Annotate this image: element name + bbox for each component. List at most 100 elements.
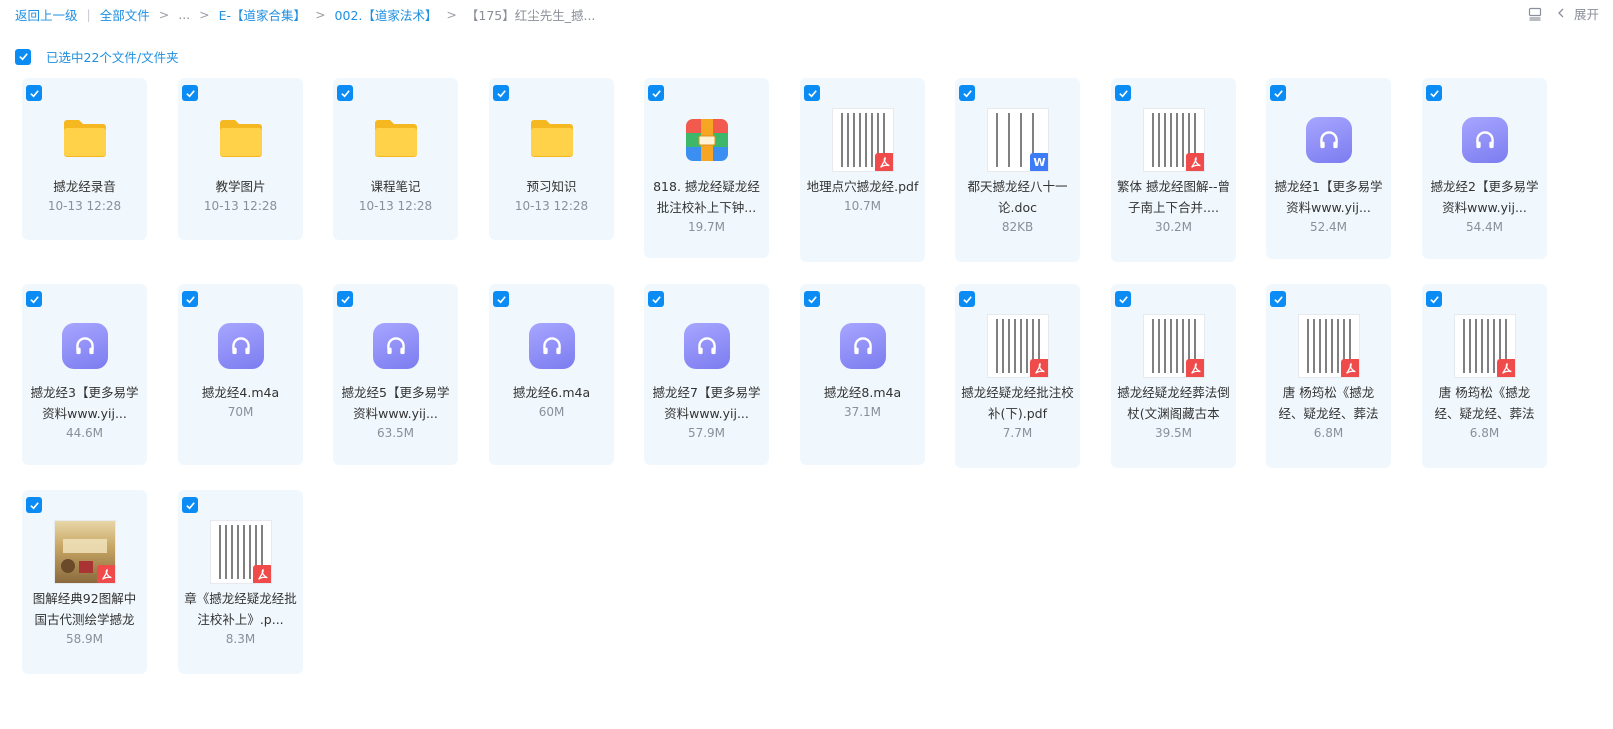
file-card[interactable]: 撼龙经3【更多易学资料www.yij... 44.6M [22,284,147,465]
item-thumbnail [1453,108,1516,171]
item-checkbox[interactable] [26,497,42,513]
item-checkbox[interactable] [1115,85,1131,101]
list-view-icon[interactable] [1528,7,1542,21]
item-name: 818. 撼龙经疑龙经批注校补上下钟... [653,179,760,215]
item-checkbox[interactable] [182,291,198,307]
back-link[interactable]: 返回上一级 [15,5,78,24]
audio-file-icon [1305,116,1352,163]
folder-icon [217,117,265,163]
item-name: 撼龙经8.m4a [823,385,902,400]
item-checkbox[interactable] [959,291,975,307]
file-card[interactable]: 繁体 撼龙经图解--曾子南上下合并.... 30.2M [1111,78,1236,262]
folder-card[interactable]: 预习知识 10-13 12:28 [489,78,614,240]
item-text-block: 撼龙经1【更多易学资料www.yij... 52.4M [1272,176,1385,237]
item-name: 课程笔记 [370,179,421,194]
top-right-controls: 展开 [1528,4,1599,23]
item-checkbox[interactable] [648,291,664,307]
breadcrumb-level2[interactable]: 002.【道家法术】 [335,5,438,24]
item-thumbnail [520,314,583,377]
item-text-block: 课程笔记 10-13 12:28 [339,176,452,216]
pdf-thumbnail [54,520,115,583]
file-card[interactable]: 撼龙经2【更多易学资料www.yij... 54.4M [1422,78,1547,259]
item-thumbnail [1142,108,1205,171]
breadcrumb-ellipsis[interactable]: ... [178,7,190,22]
item-thumbnail [675,108,738,171]
file-card[interactable]: 唐 杨筠松《撼龙经、疑龙经、葬法 6.8M [1422,284,1547,468]
item-text-block: 繁体 撼龙经图解--曾子南上下合并.... 30.2M [1117,176,1230,237]
item-checkbox[interactable] [1426,85,1442,101]
breadcrumb-level1[interactable]: E-【道家合集】 [219,5,306,24]
file-card[interactable]: 地理点穴撼龙经.pdf 10.7M [800,78,925,262]
item-name: 撼龙经3【更多易学资料www.yij... [30,385,139,421]
item-thumbnail [209,108,272,171]
folder-card[interactable]: 课程笔记 10-13 12:28 [333,78,458,240]
pdf-icon [1185,152,1204,171]
file-card[interactable]: 撼龙经1【更多易学资料www.yij... 52.4M [1266,78,1391,259]
item-checkbox[interactable] [493,291,509,307]
select-all-checkbox[interactable] [15,48,31,65]
item-meta: 8.3M [225,632,256,646]
item-thumbnail [831,314,894,377]
select-all-row: 已选中22个文件/文件夹 [15,47,179,66]
item-thumbnail [364,314,427,377]
file-card[interactable]: 图解经典92图解中国古代测绘学撼龙 58.9M [22,490,147,674]
item-checkbox[interactable] [182,497,198,513]
file-card[interactable]: W 都天撼龙经八十一论.doc 82KB [955,78,1080,262]
file-card[interactable]: 章《撼龙经疑龙经批注校补上》.p... 8.3M [178,490,303,674]
item-name: 教学图片 [215,179,266,194]
expand-button[interactable]: 展开 [1556,4,1599,23]
item-checkbox[interactable] [1426,291,1442,307]
file-card[interactable]: 撼龙经4.m4a 70M [178,284,303,465]
item-name: 撼龙经疑龙经批注校补(下).pdf [961,385,1074,421]
file-card[interactable]: 撼龙经7【更多易学资料www.yij... 57.9M [644,284,769,465]
item-text-block: 章《撼龙经疑龙经批注校补上》.p... 8.3M [184,588,297,649]
item-thumbnail [675,314,738,377]
folder-icon [61,117,109,163]
file-card[interactable]: 撼龙经6.m4a 60M [489,284,614,465]
item-name: 撼龙经4.m4a [201,385,280,400]
folder-card[interactable]: 撼龙经录音 10-13 12:28 [22,78,147,240]
item-thumbnail [53,108,116,171]
item-name: 地理点穴撼龙经.pdf [806,179,919,194]
item-checkbox[interactable] [337,291,353,307]
file-card[interactable]: 撼龙经疑龙经葬法倒杖(文渊阁藏古本 39.5M [1111,284,1236,468]
item-checkbox[interactable] [1270,291,1286,307]
item-checkbox[interactable] [804,85,820,101]
item-thumbnail [1297,314,1360,377]
item-meta: 10-13 12:28 [514,199,589,213]
item-checkbox[interactable] [26,291,42,307]
file-card[interactable]: 撼龙经8.m4a 37.1M [800,284,925,465]
item-checkbox[interactable] [804,291,820,307]
item-checkbox[interactable] [959,85,975,101]
item-name: 撼龙经6.m4a [512,385,591,400]
item-checkbox[interactable] [493,85,509,101]
item-name: 撼龙经1【更多易学资料www.yij... [1274,179,1383,215]
item-name: 撼龙经5【更多易学资料www.yij... [341,385,450,421]
item-text-block: 都天撼龙经八十一论.doc 82KB [961,176,1074,237]
file-card[interactable]: 撼龙经疑龙经批注校补(下).pdf 7.7M [955,284,1080,468]
item-name: 都天撼龙经八十一论.doc [967,179,1068,215]
file-card[interactable]: 撼龙经5【更多易学资料www.yij... 63.5M [333,284,458,465]
chevron-left-icon [1556,6,1566,21]
item-text-block: 撼龙经录音 10-13 12:28 [28,176,141,216]
item-name: 唐 杨筠松《撼龙经、疑龙经、葬法 [1434,385,1535,421]
item-meta: 10-13 12:28 [203,199,278,213]
breadcrumb-current: 【175】红尘先生_撼... [465,8,596,23]
pdf-icon [1496,358,1515,377]
item-name: 唐 杨筠松《撼龙经、疑龙经、葬法 [1278,385,1379,421]
item-checkbox[interactable] [1270,85,1286,101]
pdf-thumbnail [832,108,893,171]
item-checkbox[interactable] [182,85,198,101]
folder-card[interactable]: 教学图片 10-13 12:28 [178,78,303,240]
item-checkbox[interactable] [648,85,664,101]
item-checkbox[interactable] [26,85,42,101]
item-thumbnail [1453,314,1516,377]
item-text-block: 撼龙经8.m4a 37.1M [806,382,919,422]
item-meta: 44.6M [65,426,104,440]
item-checkbox[interactable] [337,85,353,101]
file-card[interactable]: 818. 撼龙经疑龙经批注校补上下钟... 19.7M [644,78,769,258]
item-checkbox[interactable] [1115,291,1131,307]
audio-file-icon [528,322,575,369]
breadcrumb-all-files[interactable]: 全部文件 [100,5,150,24]
file-card[interactable]: 唐 杨筠松《撼龙经、疑龙经、葬法 6.8M [1266,284,1391,468]
